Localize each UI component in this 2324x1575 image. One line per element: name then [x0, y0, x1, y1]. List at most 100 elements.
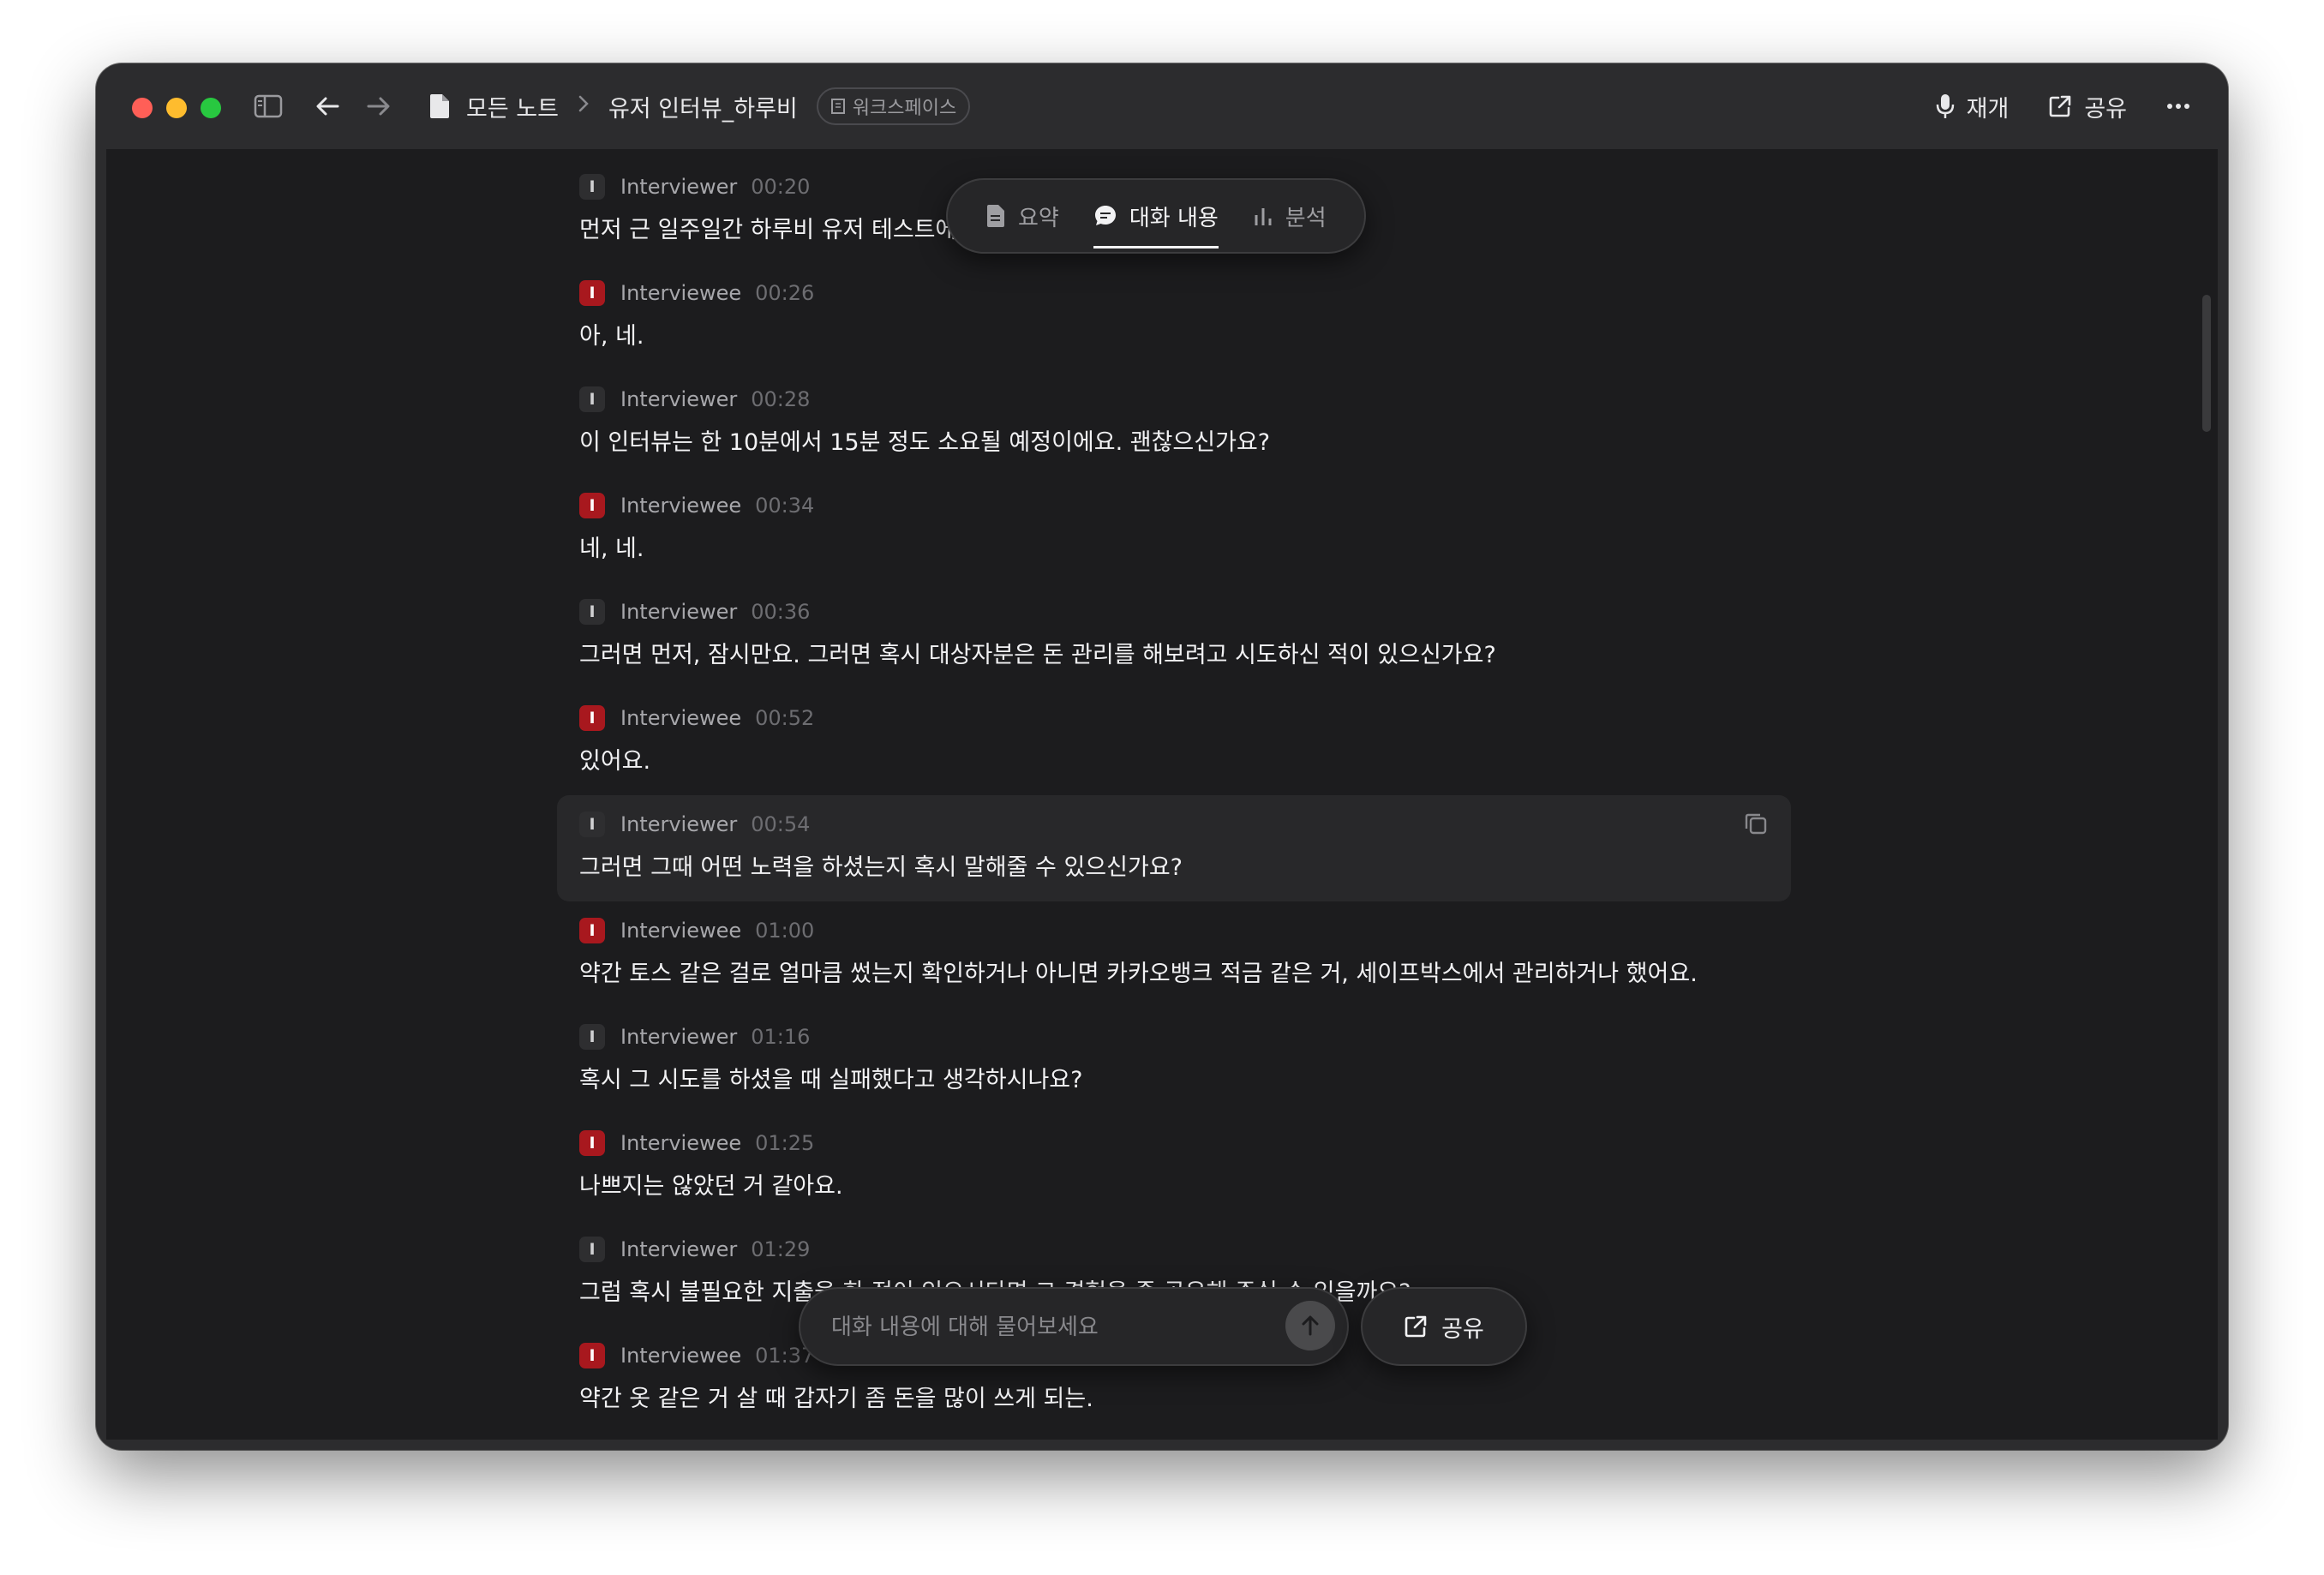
transcript-message[interactable]: I Interviewee 01:25 나쁘지는 않았던 거 같아요.: [557, 1114, 1791, 1220]
message-timestamp[interactable]: 01:00: [755, 919, 814, 943]
chat-bubble-icon: [1093, 204, 1117, 228]
tab-summary[interactable]: 요약: [985, 180, 1059, 252]
message-text: 그러면 먼저, 잠시만요. 그러면 혹시 대상자분은 돈 관리를 해보려고 시도…: [579, 642, 1496, 668]
ask-bar: [799, 1287, 1349, 1366]
message-text: 이 인터뷰는 한 10분에서 15분 정도 소요될 예정이에요. 괜찮으신가요?: [579, 429, 1271, 456]
share-icon: [2048, 94, 2072, 118]
scrollbar[interactable]: [2202, 295, 2211, 432]
tab-transcript[interactable]: 대화 내용: [1093, 180, 1219, 252]
speaker-name: Interviewee: [620, 281, 742, 305]
microphone-icon: [1936, 93, 1955, 119]
speaker-name: Interviewer: [620, 1237, 738, 1261]
arrow-up-icon: [1300, 1314, 1321, 1337]
speaker-avatar: I: [579, 1237, 605, 1262]
tab-summary-label: 요약: [1018, 205, 1059, 231]
speaker-name: Interviewer: [620, 387, 738, 411]
transcript-panel: I Interviewer 00:20 먼저 근 일주일간 하루비 유저 테스트에 참…: [106, 149, 2218, 1440]
message-timestamp[interactable]: 01:16: [751, 1025, 810, 1049]
forward-arrow-icon[interactable]: [363, 91, 394, 122]
transcript-message[interactable]: I Interviewer 00:54 그러면 그때 어떤 노력을 하셨는지 혹시 말…: [557, 795, 1791, 901]
speaker-name: Interviewer: [620, 812, 738, 836]
speaker-avatar: I: [579, 1024, 605, 1050]
speaker-name: Interviewee: [620, 494, 742, 518]
toolbar-actions: 재개 공유: [1936, 86, 2190, 127]
breadcrumb-root-label: 모든 노트: [466, 95, 559, 123]
speaker-avatar: I: [579, 386, 605, 412]
speaker-name: Interviewee: [620, 706, 742, 730]
message-meta: I Interviewee 01:00: [579, 915, 814, 946]
message-timestamp[interactable]: 00:52: [755, 706, 814, 730]
app-window: 모든 노트 유저 인터뷰_하루비 워크스페이스 재개 공유 I Intervie…: [96, 63, 2228, 1450]
speaker-avatar: I: [579, 280, 605, 306]
note-file-icon: [428, 93, 451, 119]
speaker-avatar: I: [579, 1130, 605, 1156]
transcript-message[interactable]: I Interviewer 00:36 그러면 먼저, 잠시만요. 그러면 혹시 대상…: [557, 583, 1791, 689]
document-icon: [985, 204, 1006, 228]
message-text: 약간 옷 같은 거 살 때 갑자기 좀 돈을 많이 쓰게 되는.: [579, 1386, 1093, 1412]
transcript-message[interactable]: I Interviewer 00:28 이 인터뷰는 한 10분에서 15분 정도 소…: [557, 370, 1791, 476]
send-button[interactable]: [1285, 1301, 1335, 1350]
tab-analysis-label: 분석: [1285, 205, 1327, 231]
message-timestamp[interactable]: 00:54: [751, 812, 810, 836]
breadcrumb: 모든 노트 유저 인터뷰_하루비 워크스페이스: [428, 86, 971, 127]
transcript-message[interactable]: I Interviewee 00:34 네, 네.: [557, 476, 1791, 583]
workspace-badge[interactable]: 워크스페이스: [816, 87, 971, 125]
speaker-avatar: I: [579, 811, 605, 837]
speaker-avatar: I: [579, 705, 605, 731]
message-timestamp[interactable]: 00:34: [755, 494, 814, 518]
chevron-right-icon: [578, 93, 590, 119]
view-tabs: 요약 대화 내용 분석: [946, 178, 1366, 254]
message-timestamp[interactable]: 00:20: [751, 175, 810, 199]
sidebar-toggle-icon[interactable]: [252, 91, 285, 122]
breadcrumb-note-title[interactable]: 유저 인터뷰_하루비: [608, 90, 798, 123]
resume-label: 재개: [1966, 95, 2010, 123]
speaker-name: Interviewer: [620, 600, 738, 624]
speaker-avatar: I: [579, 174, 605, 200]
ellipsis-icon: [2166, 103, 2190, 110]
message-timestamp[interactable]: 00:26: [755, 281, 814, 305]
share-transcript-button[interactable]: 공유: [1361, 1287, 1527, 1366]
transcript-message[interactable]: I Interviewee 00:52 있어요.: [557, 689, 1791, 795]
message-timestamp[interactable]: 01:29: [751, 1237, 810, 1261]
message-text: 나쁘지는 않았던 거 같아요.: [579, 1173, 843, 1200]
speaker-name: Interviewer: [620, 175, 738, 199]
resume-recording-button[interactable]: 재개: [1936, 90, 2010, 123]
message-text: 아, 네.: [579, 323, 644, 350]
share-button[interactable]: 공유: [2048, 90, 2127, 123]
share-icon: [1404, 1314, 1428, 1338]
message-meta: I Interviewee 01:25: [579, 1128, 814, 1159]
speaker-avatar: I: [579, 918, 605, 943]
message-timestamp[interactable]: 00:28: [751, 387, 810, 411]
tab-analysis[interactable]: 분석: [1253, 180, 1327, 252]
message-text: 약간 토스 같은 걸로 얼마큼 썼는지 확인하거나 아니면 카카오뱅크 적금 같…: [579, 961, 1698, 987]
message-text: 혹시 그 시도를 하셨을 때 실패했다고 생각하시나요?: [579, 1067, 1083, 1093]
zoom-window-button[interactable]: [201, 98, 221, 118]
message-timestamp[interactable]: 01:25: [755, 1131, 814, 1155]
speaker-avatar: I: [579, 599, 605, 625]
message-meta: I Interviewer 00:36: [579, 596, 810, 627]
share-label: 공유: [2084, 95, 2127, 123]
close-window-button[interactable]: [132, 98, 153, 118]
transcript-message[interactable]: I Interviewer 01:16 혹시 그 시도를 하셨을 때 실패했다고 생각…: [557, 1008, 1791, 1114]
transcript-message[interactable]: I Interviewee 01:00 약간 토스 같은 걸로 얼마큼 썼는지 확인하…: [557, 901, 1791, 1008]
message-meta: I Interviewee 01:37: [579, 1340, 814, 1371]
copy-icon[interactable]: [1743, 811, 1770, 838]
speaker-name: Interviewer: [620, 1025, 738, 1049]
message-timestamp[interactable]: 00:36: [751, 600, 810, 624]
transcript-message[interactable]: I Interviewee 00:26 아, 네.: [557, 264, 1791, 370]
tab-transcript-label: 대화 내용: [1129, 205, 1219, 231]
speaker-avatar: I: [579, 493, 605, 518]
message-meta: I Interviewee 00:52: [579, 703, 814, 734]
message-meta: I Interviewee 00:26: [579, 278, 814, 308]
back-arrow-icon[interactable]: [312, 91, 343, 122]
breadcrumb-root[interactable]: 모든 노트: [428, 90, 559, 123]
message-meta: I Interviewer 00:20: [579, 171, 810, 202]
speaker-name: Interviewee: [620, 1131, 742, 1155]
speaker-avatar: I: [579, 1343, 605, 1368]
more-options-button[interactable]: [2166, 103, 2190, 110]
message-text: 먼저 근 일주일간 하루비 유저 테스트에 참: [579, 217, 985, 243]
ask-input[interactable]: [830, 1308, 1244, 1347]
message-meta: I Interviewer 01:29: [579, 1234, 810, 1265]
workspace-badge-label: 워크스페이스: [852, 98, 957, 119]
minimize-window-button[interactable]: [166, 98, 187, 118]
